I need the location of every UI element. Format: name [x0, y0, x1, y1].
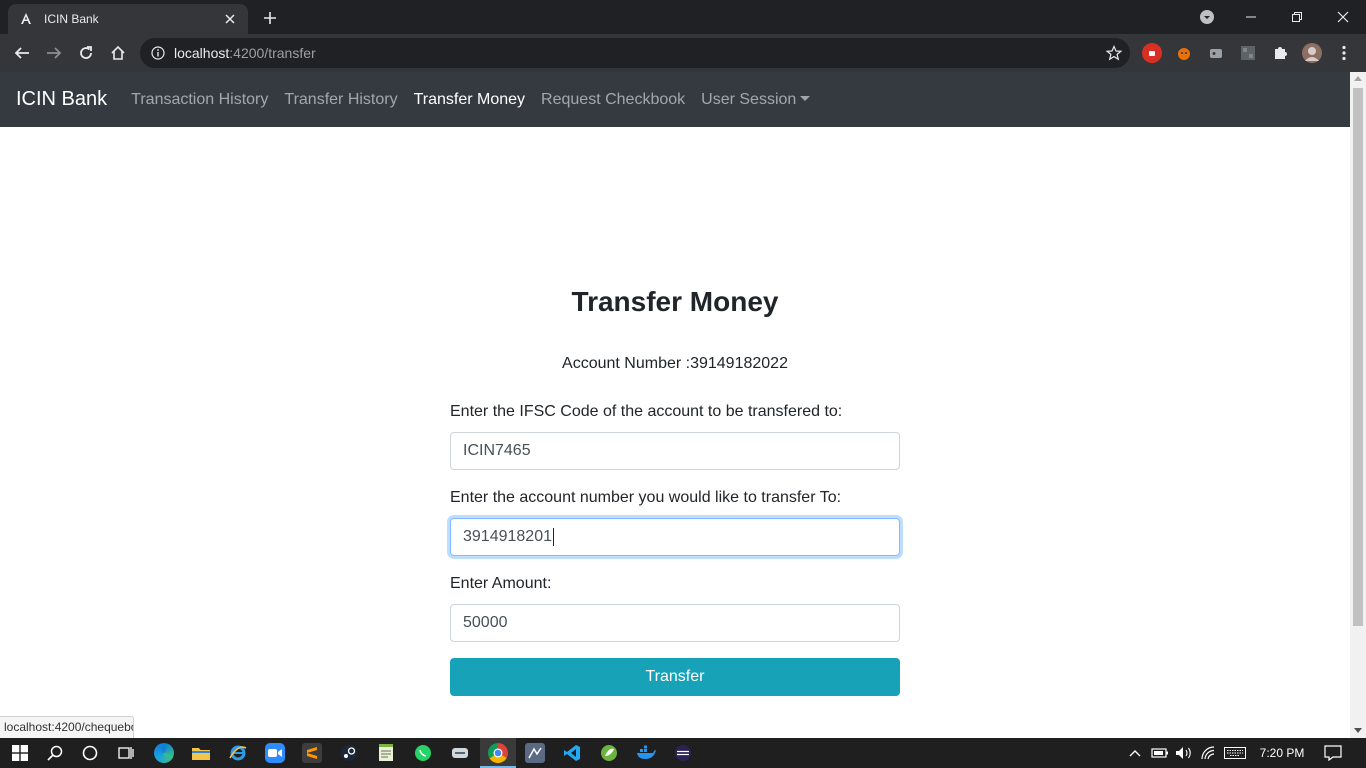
reload-icon[interactable] [72, 39, 100, 67]
task-view-icon[interactable] [116, 743, 136, 763]
nav-link-request-checkbook[interactable]: Request Checkbook [541, 91, 685, 109]
docker-icon[interactable] [636, 743, 656, 763]
browser-toolbar: localhost :4200/transfer [0, 34, 1366, 72]
wifi-icon[interactable] [1198, 738, 1218, 768]
address-bar[interactable]: localhost :4200/transfer [140, 38, 1130, 68]
steam-icon[interactable] [339, 743, 359, 763]
account-number-input-value: 3914918201 [463, 528, 552, 545]
user-session-label: User Session [701, 90, 797, 108]
menu-kebab-icon[interactable] [1334, 43, 1354, 63]
keyboard-icon[interactable] [1222, 738, 1248, 768]
app-drive-icon[interactable] [450, 743, 470, 763]
notifications-icon[interactable] [1320, 738, 1346, 768]
extension-cookie-icon[interactable] [1206, 43, 1226, 63]
url-host: localhost [174, 45, 230, 61]
info-icon[interactable] [150, 45, 166, 61]
back-arrow-icon[interactable] [8, 39, 36, 67]
account-number-text: Account Number :39149182022 [562, 355, 788, 372]
amount-input[interactable]: 50000 [450, 604, 900, 642]
text-cursor [552, 528, 554, 546]
system-clock[interactable]: 7:20 PM [1254, 738, 1310, 768]
chrome-icon[interactable] [488, 743, 508, 763]
scroll-down-arrow-icon[interactable] [1354, 728, 1362, 733]
extension-grid-icon[interactable] [1238, 43, 1258, 63]
minimize-button[interactable] [1228, 0, 1274, 34]
profile-avatar[interactable] [1302, 43, 1322, 63]
spring-tools-icon[interactable] [599, 743, 619, 763]
show-hidden-icons-chevron-icon[interactable] [1126, 738, 1144, 768]
volume-icon[interactable] [1174, 738, 1194, 768]
angular-icon [18, 11, 34, 27]
page-viewport: ICIN Bank Transaction History Transfer H… [0, 72, 1366, 738]
browser-tab[interactable]: ICIN Bank [8, 4, 248, 34]
scroll-up-arrow-icon[interactable] [1354, 76, 1362, 81]
account-number-input[interactable]: 3914918201 [450, 518, 900, 556]
page-scrollbar[interactable] [1350, 72, 1366, 738]
new-tab-button[interactable] [258, 6, 282, 30]
bookmark-star-icon[interactable] [1105, 45, 1123, 61]
extensions-puzzle-icon[interactable] [1270, 43, 1290, 63]
tab-title: ICIN Bank [44, 12, 99, 26]
nav-link-transaction-history[interactable]: Transaction History [131, 91, 268, 109]
url-path: :4200/transfer [229, 45, 316, 61]
caret-down-icon [800, 95, 811, 101]
browser-tab-strip: ICIN Bank [0, 0, 1366, 34]
cortana-icon[interactable] [80, 743, 100, 763]
battery-icon[interactable] [1150, 738, 1170, 768]
extension-face-icon[interactable] [1174, 43, 1194, 63]
ifsc-input[interactable]: ICIN7465 [450, 432, 900, 470]
file-explorer-icon[interactable] [191, 743, 211, 763]
windows-taskbar: 7:20 PM [0, 738, 1366, 768]
page-title: Transfer Money [571, 286, 779, 317]
amount-label: Enter Amount: [450, 575, 552, 592]
search-icon[interactable] [45, 743, 65, 763]
edge-icon[interactable] [154, 743, 174, 763]
nav-link-transfer-money[interactable]: Transfer Money [414, 91, 525, 109]
zoom-icon[interactable] [265, 743, 285, 763]
close-icon[interactable] [222, 11, 238, 27]
internet-explorer-icon[interactable] [228, 743, 248, 763]
forward-arrow-icon[interactable] [40, 39, 68, 67]
adblock-extension-icon[interactable] [1142, 43, 1162, 63]
restore-button[interactable] [1274, 0, 1320, 34]
vscode-icon[interactable] [562, 743, 582, 763]
whatsapp-icon[interactable] [413, 743, 433, 763]
link-status-bar: localhost:4200/chequebook [0, 716, 134, 738]
close-window-button[interactable] [1320, 0, 1366, 34]
tab-search-icon[interactable] [1196, 6, 1218, 28]
sublime-text-icon[interactable] [302, 743, 322, 763]
eclipse-icon[interactable] [673, 743, 693, 763]
ssms-icon[interactable] [525, 743, 545, 763]
amount-input-value: 50000 [463, 614, 508, 631]
account-number-label: Enter the account number you would like … [450, 489, 842, 506]
windows-start-icon[interactable] [10, 743, 30, 763]
home-icon[interactable] [104, 39, 132, 67]
scrollbar-thumb[interactable] [1353, 88, 1363, 626]
navbar-brand[interactable]: ICIN Bank [16, 88, 107, 111]
ifsc-input-value: ICIN7465 [463, 442, 531, 459]
transfer-button[interactable]: Transfer [450, 658, 900, 696]
app-navbar: ICIN Bank Transaction History Transfer H… [0, 72, 1350, 127]
notepad-icon[interactable] [376, 743, 396, 763]
nav-link-transfer-history[interactable]: Transfer History [284, 91, 397, 109]
nav-dropdown-user-session[interactable]: User Session [701, 90, 811, 109]
ifsc-label: Enter the IFSC Code of the account to be… [450, 403, 843, 420]
